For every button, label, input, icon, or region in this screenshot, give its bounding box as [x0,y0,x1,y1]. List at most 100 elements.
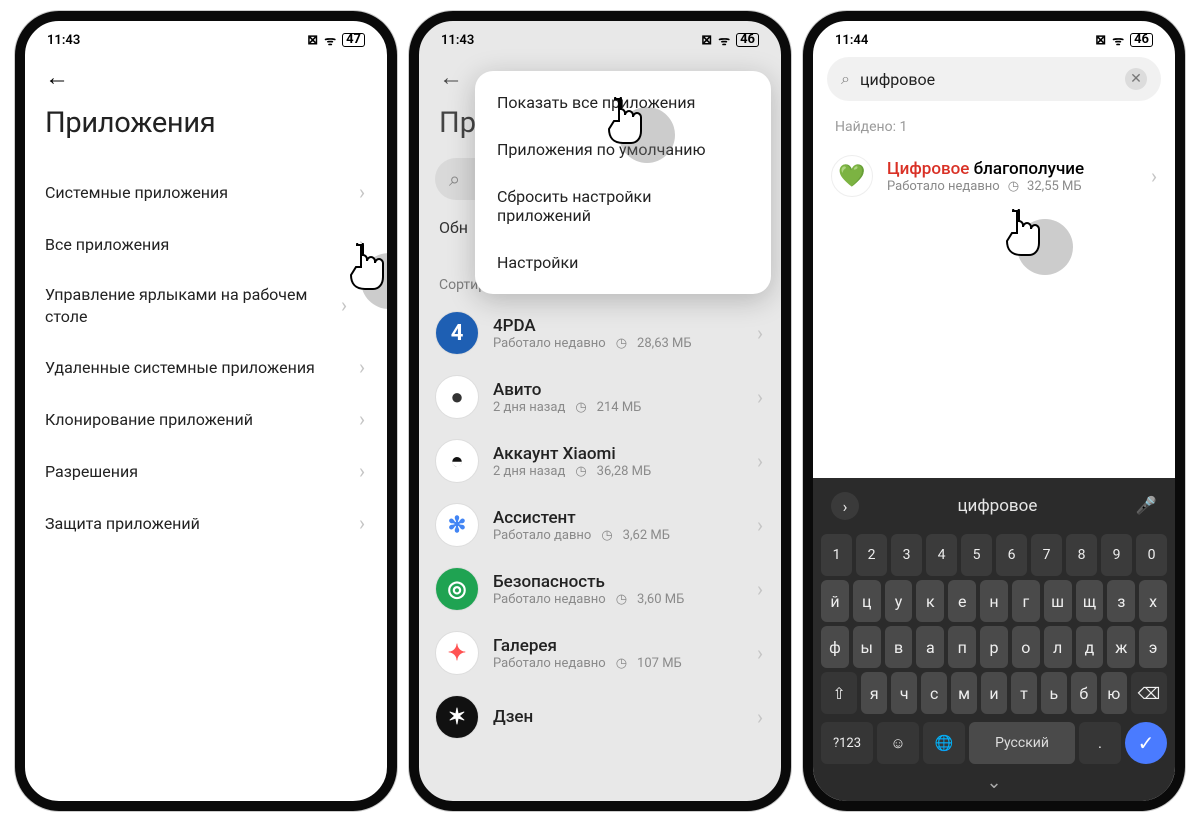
key[interactable]: х [1139,580,1167,622]
key[interactable]: р [980,626,1008,668]
key[interactable]: ж [1107,626,1135,668]
expand-suggestions-button[interactable]: › [831,492,859,520]
key[interactable]: 1 [821,534,852,576]
suggestion-text[interactable]: цифровое [957,496,1037,516]
shift-key[interactable]: ⇧ [821,672,857,714]
app-row[interactable]: 44PDAРаботало недавно◷28,63 МБ› [419,301,781,365]
key[interactable]: л [1044,626,1072,668]
keyboard: › цифровое 🎤 1234567890 йцукенгшщзх фыва… [813,478,1175,801]
menu-item-clone[interactable]: Клонирование приложений › [25,393,387,445]
key[interactable]: щ [1076,580,1104,622]
key[interactable]: 0 [1136,534,1167,576]
hide-keyboard-button[interactable]: ⌄ [819,768,1169,795]
key[interactable]: к [916,580,944,622]
clear-button[interactable]: ✕ [1125,68,1147,90]
alarm-icon: ⊠ [1095,33,1106,48]
key[interactable]: ф [821,626,849,668]
menu-item-permissions[interactable]: Разрешения › [25,445,387,497]
key[interactable]: д [1076,626,1104,668]
app-row[interactable]: ✦ГалереяРаботало недавно◷107 МБ› [419,621,781,685]
key[interactable]: ш [1044,580,1072,622]
search-result[interactable]: 💚 Цифровое благополучие Работало недавно… [813,151,1175,201]
key[interactable]: у [885,580,913,622]
key[interactable]: г [1012,580,1040,622]
key[interactable]: 5 [961,534,992,576]
menu-label: Все приложения [45,235,169,254]
search-input[interactable]: ⌕ цифровое ✕ [827,57,1161,101]
app-icon: ● [435,375,479,419]
menu-item-all-apps[interactable]: Все приложения › [25,218,387,270]
search-icon: ⌕ [449,167,460,191]
battery-icon: 46 [1130,33,1153,47]
app-row[interactable]: ✻АссистентРаботало давно◷3,62 МБ› [419,493,781,557]
popup-show-all[interactable]: Показать все приложения [475,79,771,126]
app-sub: Работало недавно◷28,63 МБ [493,336,743,351]
search-value: цифровое [860,70,1115,89]
chevron-right-icon: › [757,513,763,537]
key[interactable]: н [980,580,1008,622]
symbols-key[interactable]: ?123 [821,722,873,764]
key[interactable]: 2 [856,534,887,576]
status-icons: ⊠ ᯤ 47 [307,31,365,49]
key[interactable]: ч [891,672,917,714]
clock: 11:43 [441,33,474,48]
key[interactable]: 3 [891,534,922,576]
popup-default-apps[interactable]: Приложения по умолчанию [475,126,771,173]
results-count: Найдено: 1 [835,119,1175,135]
key[interactable]: а [916,626,944,668]
app-sub: Работало давно◷3,62 МБ [493,528,743,543]
period-key[interactable]: . [1079,722,1121,764]
key[interactable]: з [1107,580,1135,622]
emoji-key[interactable]: ☺ [877,722,919,764]
key[interactable]: 9 [1101,534,1132,576]
chevron-right-icon: › [341,292,347,319]
key[interactable]: 4 [926,534,957,576]
menu-item-system-apps[interactable]: Системные приложения › [25,166,387,218]
app-row[interactable]: ◓Аккаунт Xiaomi2 дня назад◷36,28 МБ› [419,429,781,493]
key[interactable]: о [1012,626,1040,668]
key[interactable]: ц [853,580,881,622]
page-title: Приложения [45,106,387,140]
key[interactable]: я [861,672,887,714]
key[interactable]: е [948,580,976,622]
wifi-icon: ᯤ [718,31,730,49]
key[interactable]: 6 [996,534,1027,576]
key[interactable]: ь [1041,672,1067,714]
space-key[interactable]: Русский [969,722,1075,764]
app-icon: ◎ [435,567,479,611]
menu-item-app-lock[interactable]: Защита приложений › [25,497,387,549]
key[interactable]: 8 [1066,534,1097,576]
language-key[interactable]: 🌐 [923,722,965,764]
key[interactable]: ю [1101,672,1127,714]
key[interactable]: с [921,672,947,714]
key[interactable]: 7 [1031,534,1062,576]
key[interactable]: й [821,580,849,622]
back-button[interactable]: ← [45,63,387,92]
app-row[interactable]: ◎БезопасностьРаботало недавно◷3,60 МБ› [419,557,781,621]
backspace-key[interactable]: ⌫ [1131,672,1167,714]
phone-2: 11:43 ⊠ ᯤ 46 ← Пр ⌕ Обн Сортировка по им… [409,11,791,811]
key[interactable]: ы [853,626,881,668]
app-icon: 💚 [831,155,873,197]
key[interactable]: м [951,672,977,714]
enter-key[interactable]: ✓ [1125,722,1167,764]
key[interactable]: в [885,626,913,668]
app-name: Дзен [493,707,743,727]
popup-settings[interactable]: Настройки [475,239,771,286]
key[interactable]: б [1071,672,1097,714]
mic-icon[interactable]: 🎤 [1136,496,1157,516]
popup-reset[interactable]: Сбросить настройки приложений [475,173,771,239]
key[interactable]: т [1011,672,1037,714]
menu-item-uninstalled[interactable]: Удаленные системные приложения › [25,341,387,393]
statusbar: 11:43 ⊠ ᯤ 46 [419,21,781,53]
menu-label: Клонирование приложений [45,410,253,429]
app-row[interactable]: ●Авито2 дня назад◷214 МБ› [419,365,781,429]
key[interactable]: п [948,626,976,668]
app-row[interactable]: ✶Дзен› [419,685,781,749]
statusbar: 11:43 ⊠ ᯤ 47 [25,21,387,53]
alarm-icon: ⊠ [307,33,318,48]
menu-item-shortcuts[interactable]: Управление ярлыками на рабочем столе › [25,270,387,341]
app-icon: ✦ [435,631,479,675]
key[interactable]: и [981,672,1007,714]
key[interactable]: э [1139,626,1167,668]
